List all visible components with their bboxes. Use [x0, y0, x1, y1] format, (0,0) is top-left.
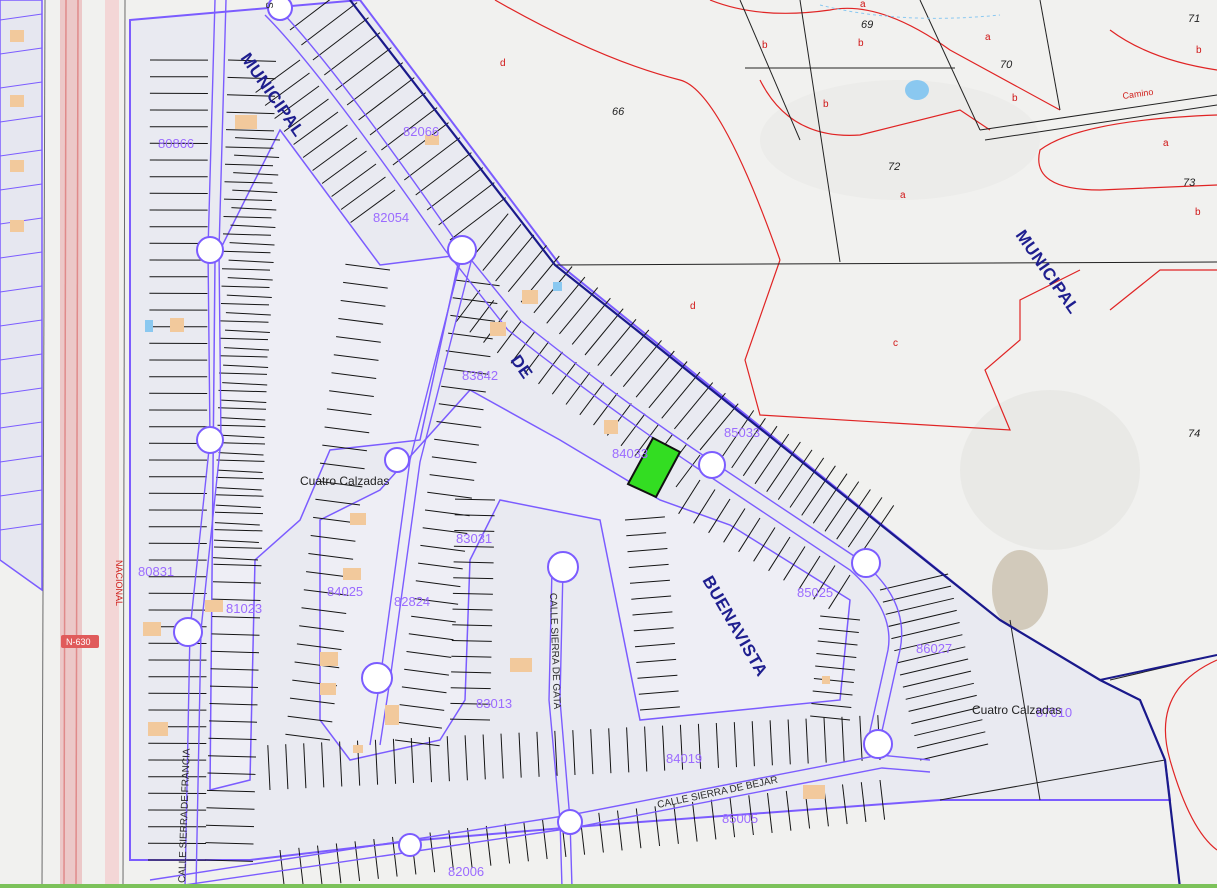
- roundabout-2: [196, 236, 224, 264]
- house: [490, 322, 506, 336]
- land-number-73: 73: [1183, 177, 1196, 189]
- house: [10, 160, 24, 172]
- parcel-label-83842[interactable]: 83842: [462, 368, 498, 383]
- house: [385, 705, 399, 725]
- parcel-label-85005[interactable]: 85005: [722, 811, 758, 826]
- parcel-label-80866[interactable]: 80866: [158, 136, 194, 151]
- place-label-cuatro-calzadas-east: Cuatro Calzadas: [972, 703, 1061, 717]
- land-letter: a: [985, 32, 991, 43]
- parcel-label-84025[interactable]: 84025: [327, 584, 363, 599]
- land-letter: a: [900, 190, 906, 201]
- left-block: [0, 0, 43, 592]
- house: [143, 622, 161, 636]
- roundabout-3: [196, 426, 224, 454]
- land-number-69: 69: [861, 19, 873, 31]
- land-letter: b: [1196, 45, 1202, 56]
- roundabout-7: [547, 551, 579, 583]
- house: [10, 95, 24, 107]
- parcel-label-84019[interactable]: 84019: [666, 751, 702, 766]
- house: [604, 420, 618, 434]
- land-letter: c: [893, 338, 898, 349]
- house: [522, 290, 538, 304]
- parcel-label-82054[interactable]: 82054: [373, 210, 409, 225]
- roundabout-8: [698, 451, 726, 479]
- parcel-label-82824[interactable]: 82824: [394, 594, 430, 609]
- parcel-label-83013[interactable]: 83013: [476, 696, 512, 711]
- parcel-label-80831[interactable]: 80831: [138, 564, 174, 579]
- land-letter: b: [1195, 207, 1201, 218]
- land-number-74: 74: [1188, 428, 1200, 440]
- roundabout-6: [361, 662, 393, 694]
- highway-side-road: [105, 0, 119, 888]
- parcel-label-82066[interactable]: 82066: [403, 124, 439, 139]
- land-letter: b: [823, 99, 829, 110]
- parcel-label-82006[interactable]: 82006: [448, 864, 484, 879]
- house: [803, 785, 825, 799]
- land-letter: d: [500, 58, 506, 69]
- house: [510, 658, 532, 672]
- roundabout-9: [851, 548, 881, 578]
- house: [148, 722, 168, 736]
- house: [10, 30, 24, 42]
- roundabout-11: [557, 809, 583, 835]
- roundabout-12: [398, 833, 422, 857]
- land-number-72: 72: [888, 161, 900, 173]
- street-label-nacional: NACIONAL: [114, 560, 124, 606]
- roundabout-10: [863, 729, 893, 759]
- highway-carriageway: [60, 0, 82, 888]
- bottom-status-bar: [0, 884, 1217, 888]
- left-neighbourhood: [0, 0, 43, 592]
- land-letter: d: [690, 301, 696, 312]
- land-letter: a: [860, 0, 866, 10]
- house: [170, 318, 184, 332]
- parcel-label-83031[interactable]: 83031: [456, 531, 492, 546]
- parcel-label-81023[interactable]: 81023: [226, 601, 262, 616]
- house: [320, 652, 338, 666]
- house: [822, 676, 830, 684]
- cadastral-map[interactable]: 82066 80866 82054 83842 84033 85033 8303…: [0, 0, 1217, 888]
- land-number-70: 70: [1000, 59, 1013, 71]
- parcel-label-86027[interactable]: 86027: [916, 641, 952, 656]
- house: [320, 683, 336, 695]
- land-letter: b: [858, 38, 864, 49]
- road-badge-label: N-630: [66, 637, 91, 647]
- roundabout-1: [447, 235, 477, 265]
- house: [205, 600, 223, 612]
- roundabout-4: [173, 617, 203, 647]
- land-number-71: 71: [1188, 13, 1200, 25]
- house: [353, 745, 363, 753]
- pond: [905, 80, 929, 100]
- parcel-label-84033[interactable]: 84033: [612, 446, 648, 461]
- pool: [145, 320, 153, 332]
- land-letter: a: [1163, 138, 1169, 149]
- terrain-shadow: [992, 550, 1048, 630]
- parcel-label-85025[interactable]: 85025: [797, 585, 833, 600]
- land-number-66: 66: [612, 106, 625, 118]
- street-label-top-fragment: S: [263, 2, 274, 9]
- pool: [553, 282, 562, 291]
- roundabout-5: [384, 447, 410, 473]
- terrain-patch: [960, 390, 1140, 550]
- map-canvas[interactable]: 82066 80866 82054 83842 84033 85033 8303…: [0, 0, 1217, 888]
- parcel-label-85033[interactable]: 85033: [724, 425, 760, 440]
- road-badge: N-630: [61, 635, 99, 648]
- house: [343, 568, 361, 580]
- place-label-cuatro-calzadas: Cuatro Calzadas: [300, 474, 389, 488]
- house: [10, 220, 24, 232]
- land-letter: b: [762, 40, 768, 51]
- house: [235, 115, 257, 129]
- house: [350, 513, 366, 525]
- terrain-patch: [760, 80, 1040, 200]
- land-letter: b: [1012, 93, 1018, 104]
